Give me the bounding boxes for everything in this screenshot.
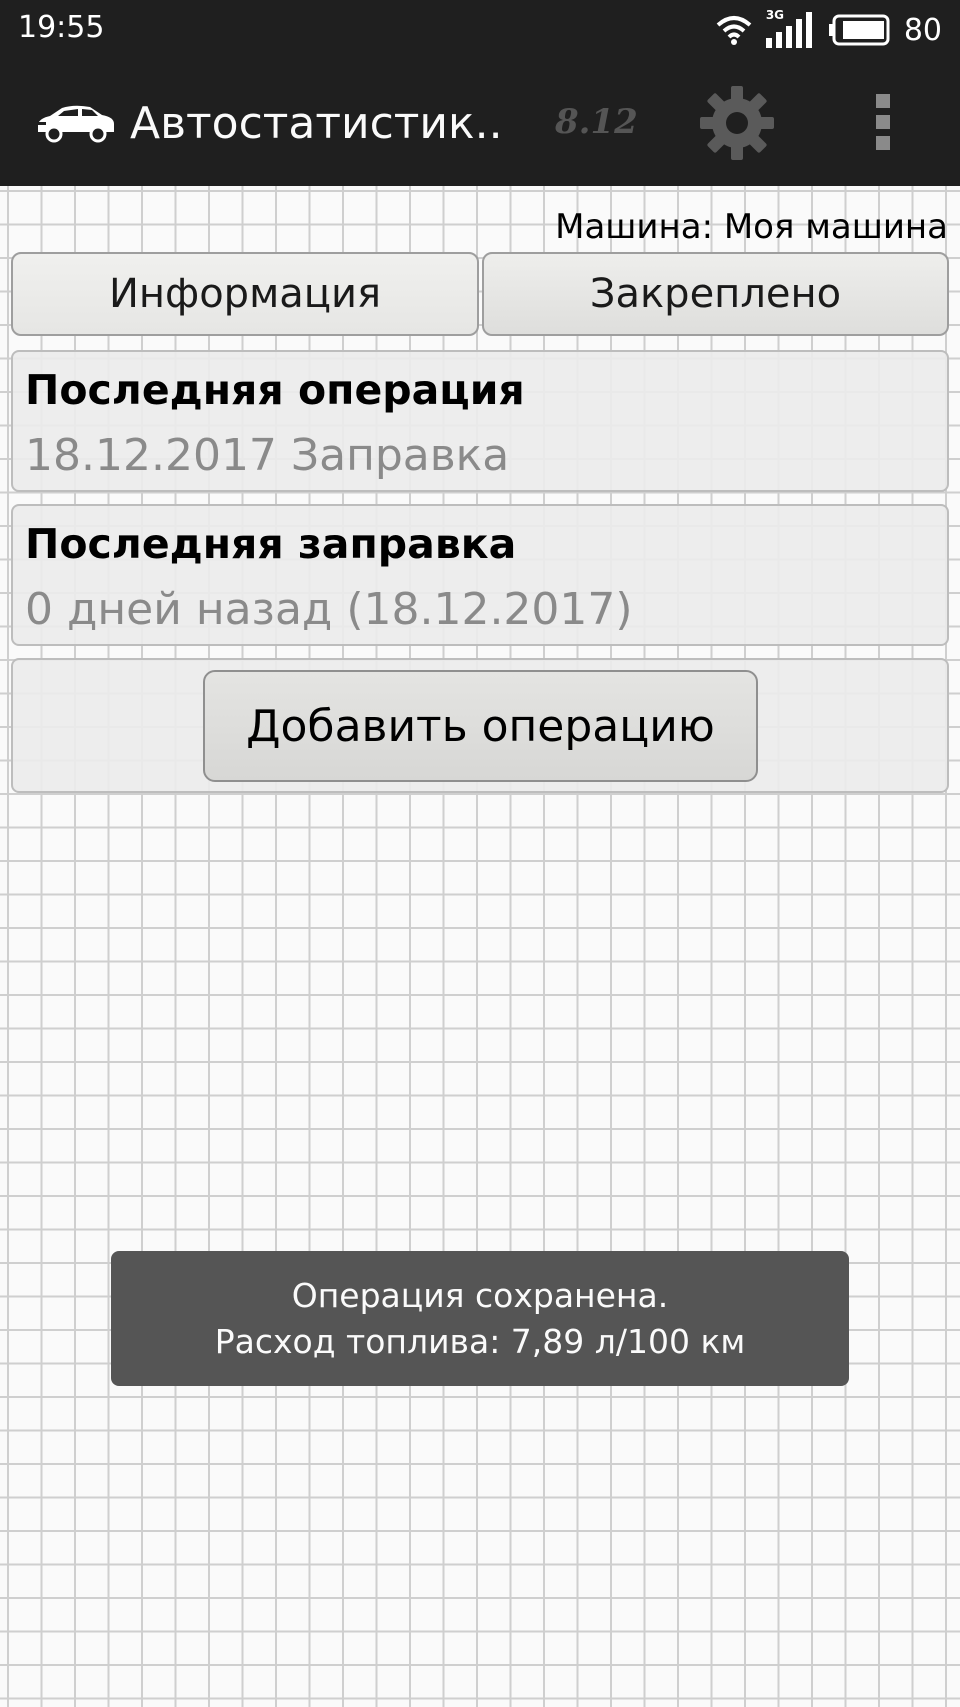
add-operation-button[interactable]: Добавить операцию: [203, 670, 758, 782]
battery-icon: [828, 14, 890, 46]
status-time: 19:55: [18, 10, 105, 45]
version-badge[interactable]: 8.12: [555, 102, 638, 142]
toast-line-2: Расход топлива: 7,89 л/100 км: [214, 1321, 746, 1361]
wifi-icon: [716, 16, 752, 45]
status-icons: 3G 80: [716, 8, 942, 50]
app-title: Автостатистик..: [130, 98, 503, 149]
last-operation-title: Последняя операция: [25, 366, 525, 414]
last-refuel-card[interactable]: Последняя заправка 0 дней назад (18.12.2…: [11, 504, 949, 646]
last-refuel-value: 0 дней назад (18.12.2017): [25, 584, 633, 635]
signal-icon: 3G: [765, 8, 814, 48]
toast-line-1: Операция сохранена.: [291, 1275, 669, 1315]
last-operation-value: 18.12.2017 Заправка: [25, 430, 510, 481]
toast-message: Операция сохранена. Расход топлива: 7,89…: [111, 1251, 849, 1386]
last-refuel-title: Последняя заправка: [25, 520, 517, 568]
status-bar: 19:55 3G 80: [0, 0, 960, 60]
tab-pinned[interactable]: Закреплено: [482, 252, 949, 336]
overflow-menu-icon[interactable]: [874, 92, 894, 152]
gear-icon[interactable]: [698, 84, 776, 162]
action-bar: Автостатистик.. 8.12: [0, 60, 960, 186]
battery-level: 80: [903, 12, 942, 48]
car-name-label: Машина: Моя машина: [555, 207, 948, 247]
tab-information[interactable]: Информация: [11, 252, 479, 336]
car-icon[interactable]: [34, 104, 116, 144]
tab-pinned-label: Закреплено: [589, 271, 842, 317]
add-operation-label: Добавить операцию: [246, 700, 715, 752]
tab-information-label: Информация: [108, 271, 382, 317]
last-operation-card[interactable]: Последняя операция 18.12.2017 Заправка: [11, 350, 949, 492]
add-operation-panel: Добавить операцию: [11, 658, 949, 793]
